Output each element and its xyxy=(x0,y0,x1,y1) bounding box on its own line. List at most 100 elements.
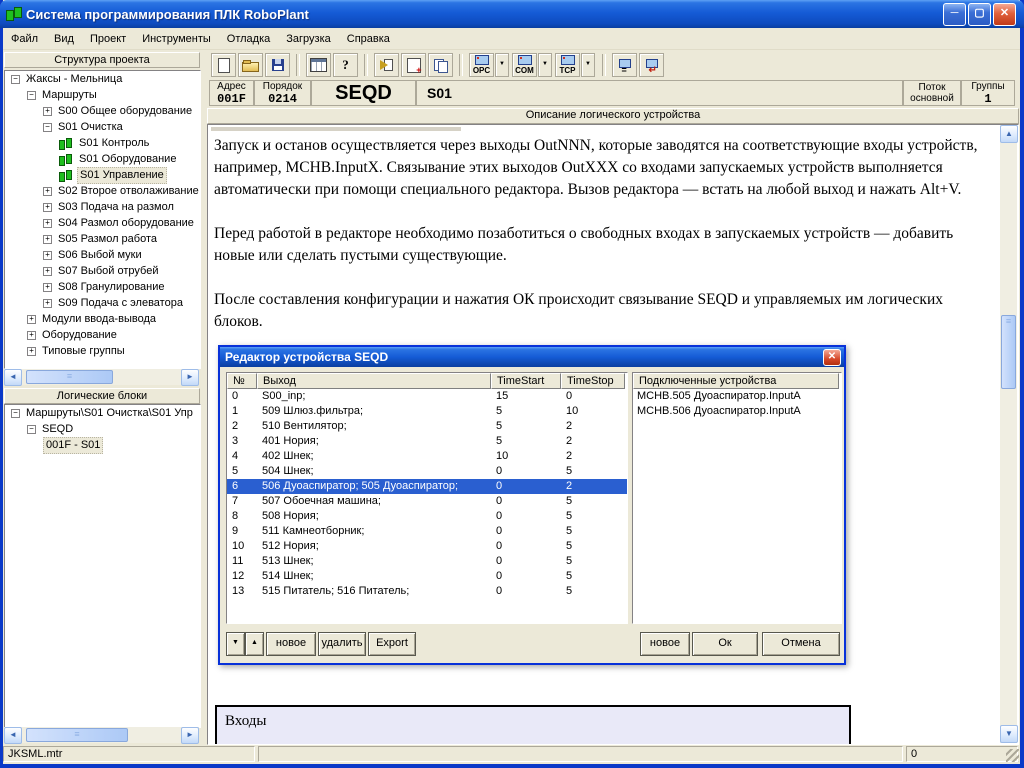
connect-button[interactable] xyxy=(612,53,637,77)
tree-item[interactable]: −S01 Очистка xyxy=(5,119,200,135)
tree-item[interactable]: +S03 Подача на размол xyxy=(5,199,200,215)
page-add-button[interactable] xyxy=(401,53,426,77)
tcp-button-dropdown-icon[interactable]: ▼ xyxy=(581,53,595,77)
menu-item-3[interactable]: Проект xyxy=(82,29,134,49)
scroll-up-icon[interactable]: ▲ xyxy=(1000,125,1018,143)
table-row[interactable]: 13515 Питатель; 516 Питатель;05 xyxy=(227,584,627,599)
table-row[interactable]: 4402 Шнек;102 xyxy=(227,449,627,464)
menu-item-6[interactable]: Загрузка xyxy=(278,29,338,49)
cancel-button[interactable]: Отмена xyxy=(762,632,840,656)
expand-icon[interactable]: + xyxy=(43,267,52,276)
scroll-left-icon[interactable]: ◄ xyxy=(4,369,22,386)
menu-item-1[interactable]: Файл xyxy=(3,29,46,49)
logic-tree-hscrollbar[interactable]: ◄ ► xyxy=(4,727,199,743)
maximize-button[interactable]: ▢ xyxy=(968,3,991,26)
resize-grip[interactable] xyxy=(1006,749,1019,762)
tree-item[interactable]: −Маршруты\S01 Очистка\S01 Упр xyxy=(5,405,200,421)
move-down-button[interactable]: ▼ xyxy=(226,632,245,656)
scroll-thumb[interactable] xyxy=(26,370,113,384)
table-row[interactable]: 7507 Обоечная машина;05 xyxy=(227,494,627,509)
collapse-icon[interactable]: − xyxy=(27,425,36,434)
new-file-button[interactable] xyxy=(211,53,236,77)
expand-icon[interactable]: + xyxy=(43,219,52,228)
table-row[interactable]: 10512 Нория;05 xyxy=(227,539,627,554)
tree-item[interactable]: 001F - S01 xyxy=(5,437,200,453)
expand-icon[interactable]: + xyxy=(43,283,52,292)
table-row[interactable]: 1509 Шлюз.фильтра;510 xyxy=(227,404,627,419)
tree-item[interactable]: +S06 Выбой муки xyxy=(5,247,200,263)
opc-button[interactable]: OPC xyxy=(469,53,494,77)
collapse-icon[interactable]: − xyxy=(43,123,52,132)
description-vscrollbar[interactable]: ▲ ▼ xyxy=(1000,125,1017,743)
tree-item[interactable]: +S05 Размол работа xyxy=(5,231,200,247)
expand-icon[interactable]: + xyxy=(27,315,36,324)
open-button[interactable] xyxy=(238,53,263,77)
column-header-3[interactable]: TimeStart xyxy=(491,373,561,389)
disconnect-button[interactable] xyxy=(639,53,664,77)
scroll-right-icon[interactable]: ► xyxy=(181,369,199,386)
tree-item[interactable]: S01 Оборудование xyxy=(5,151,200,167)
menu-item-2[interactable]: Вид xyxy=(46,29,82,49)
tree-item[interactable]: +S09 Подача с элеватора xyxy=(5,295,200,311)
table-row[interactable]: 5504 Шнек;05 xyxy=(227,464,627,479)
collapse-icon[interactable]: − xyxy=(11,409,20,418)
scroll-right-icon[interactable]: ► xyxy=(181,727,199,744)
delete-output-button[interactable]: удалить xyxy=(318,632,366,656)
opc-button-dropdown-icon[interactable]: ▼ xyxy=(495,53,509,77)
move-up-button[interactable]: ▲ xyxy=(245,632,264,656)
table-row[interactable]: 8508 Нория;05 xyxy=(227,509,627,524)
minimize-button[interactable]: ─ xyxy=(943,3,966,26)
scroll-down-icon[interactable]: ▼ xyxy=(1000,725,1018,743)
column-header-4[interactable]: TimeStop xyxy=(561,373,625,389)
expand-icon[interactable]: + xyxy=(43,203,52,212)
table-row[interactable]: 12514 Шнек;05 xyxy=(227,569,627,584)
table-row[interactable]: 3401 Нория;52 xyxy=(227,434,627,449)
menu-item-5[interactable]: Отладка xyxy=(219,29,278,49)
table-row[interactable]: 11513 Шнек;05 xyxy=(227,554,627,569)
copy-button[interactable] xyxy=(428,53,453,77)
collapse-icon[interactable]: − xyxy=(27,91,36,100)
collapse-icon[interactable]: − xyxy=(11,75,20,84)
scroll-left-icon[interactable]: ◄ xyxy=(4,727,22,744)
table-row[interactable]: 2510 Вентилятор;52 xyxy=(227,419,627,434)
table-row[interactable]: 6506 Дуоаспиратор; 505 Дуоаспиратор;02 xyxy=(227,479,627,494)
tree-item[interactable]: +S07 Выбой отрубей xyxy=(5,263,200,279)
connected-devices-list[interactable]: Подключенные устройства MCHB.505 Дуоаспи… xyxy=(632,372,842,624)
expand-icon[interactable]: + xyxy=(43,235,52,244)
tree-item[interactable]: +Типовые группы xyxy=(5,343,200,359)
table-row[interactable]: 0S00_inp;150 xyxy=(227,389,627,404)
expand-icon[interactable]: + xyxy=(43,299,52,308)
tree-item[interactable]: +S02 Второе отволаживание xyxy=(5,183,200,199)
expand-icon[interactable]: + xyxy=(27,347,36,356)
tree-item[interactable]: +S04 Размол оборудование xyxy=(5,215,200,231)
tree-item[interactable]: −Жаксы - Мельница xyxy=(5,71,200,87)
menu-item-4[interactable]: Инструменты xyxy=(134,29,219,49)
menu-item-7[interactable]: Справка xyxy=(339,29,398,49)
tree-item[interactable]: +S08 Гранулирование xyxy=(5,279,200,295)
tree-item[interactable]: +S00 Общее оборудование xyxy=(5,103,200,119)
column-header-2[interactable]: Выход xyxy=(257,373,491,389)
expand-icon[interactable]: + xyxy=(43,107,52,116)
tree-item[interactable]: +Оборудование xyxy=(5,327,200,343)
tree-item[interactable]: +Модули ввода-вывода xyxy=(5,311,200,327)
save-button[interactable] xyxy=(265,53,290,77)
expand-icon[interactable]: + xyxy=(27,331,36,340)
tree-item[interactable]: S01 Управление xyxy=(5,167,200,183)
tree-item[interactable]: −Маршруты xyxy=(5,87,200,103)
tree-item[interactable]: −SEQD xyxy=(5,421,200,437)
list-item[interactable]: MCHB.505 Дуоаспиратор.InputA xyxy=(633,389,841,404)
scroll-thumb[interactable] xyxy=(1001,315,1016,389)
outputs-table[interactable]: №ВыходTimeStartTimeStop 0S00_inp;1501509… xyxy=(226,372,628,624)
com-button[interactable]: COM xyxy=(512,53,537,77)
expand-icon[interactable]: + xyxy=(43,251,52,260)
expand-icon[interactable]: + xyxy=(43,187,52,196)
com-button-dropdown-icon[interactable]: ▼ xyxy=(538,53,552,77)
table-button[interactable] xyxy=(306,53,331,77)
import-button[interactable] xyxy=(374,53,399,77)
scroll-thumb[interactable] xyxy=(26,728,128,742)
ok-button[interactable]: Ок xyxy=(692,632,758,656)
tcp-button[interactable]: TCP xyxy=(555,53,580,77)
column-header-1[interactable]: № xyxy=(227,373,257,389)
export-button[interactable]: Export xyxy=(368,632,416,656)
table-row[interactable]: 9511 Камнеотборник;05 xyxy=(227,524,627,539)
